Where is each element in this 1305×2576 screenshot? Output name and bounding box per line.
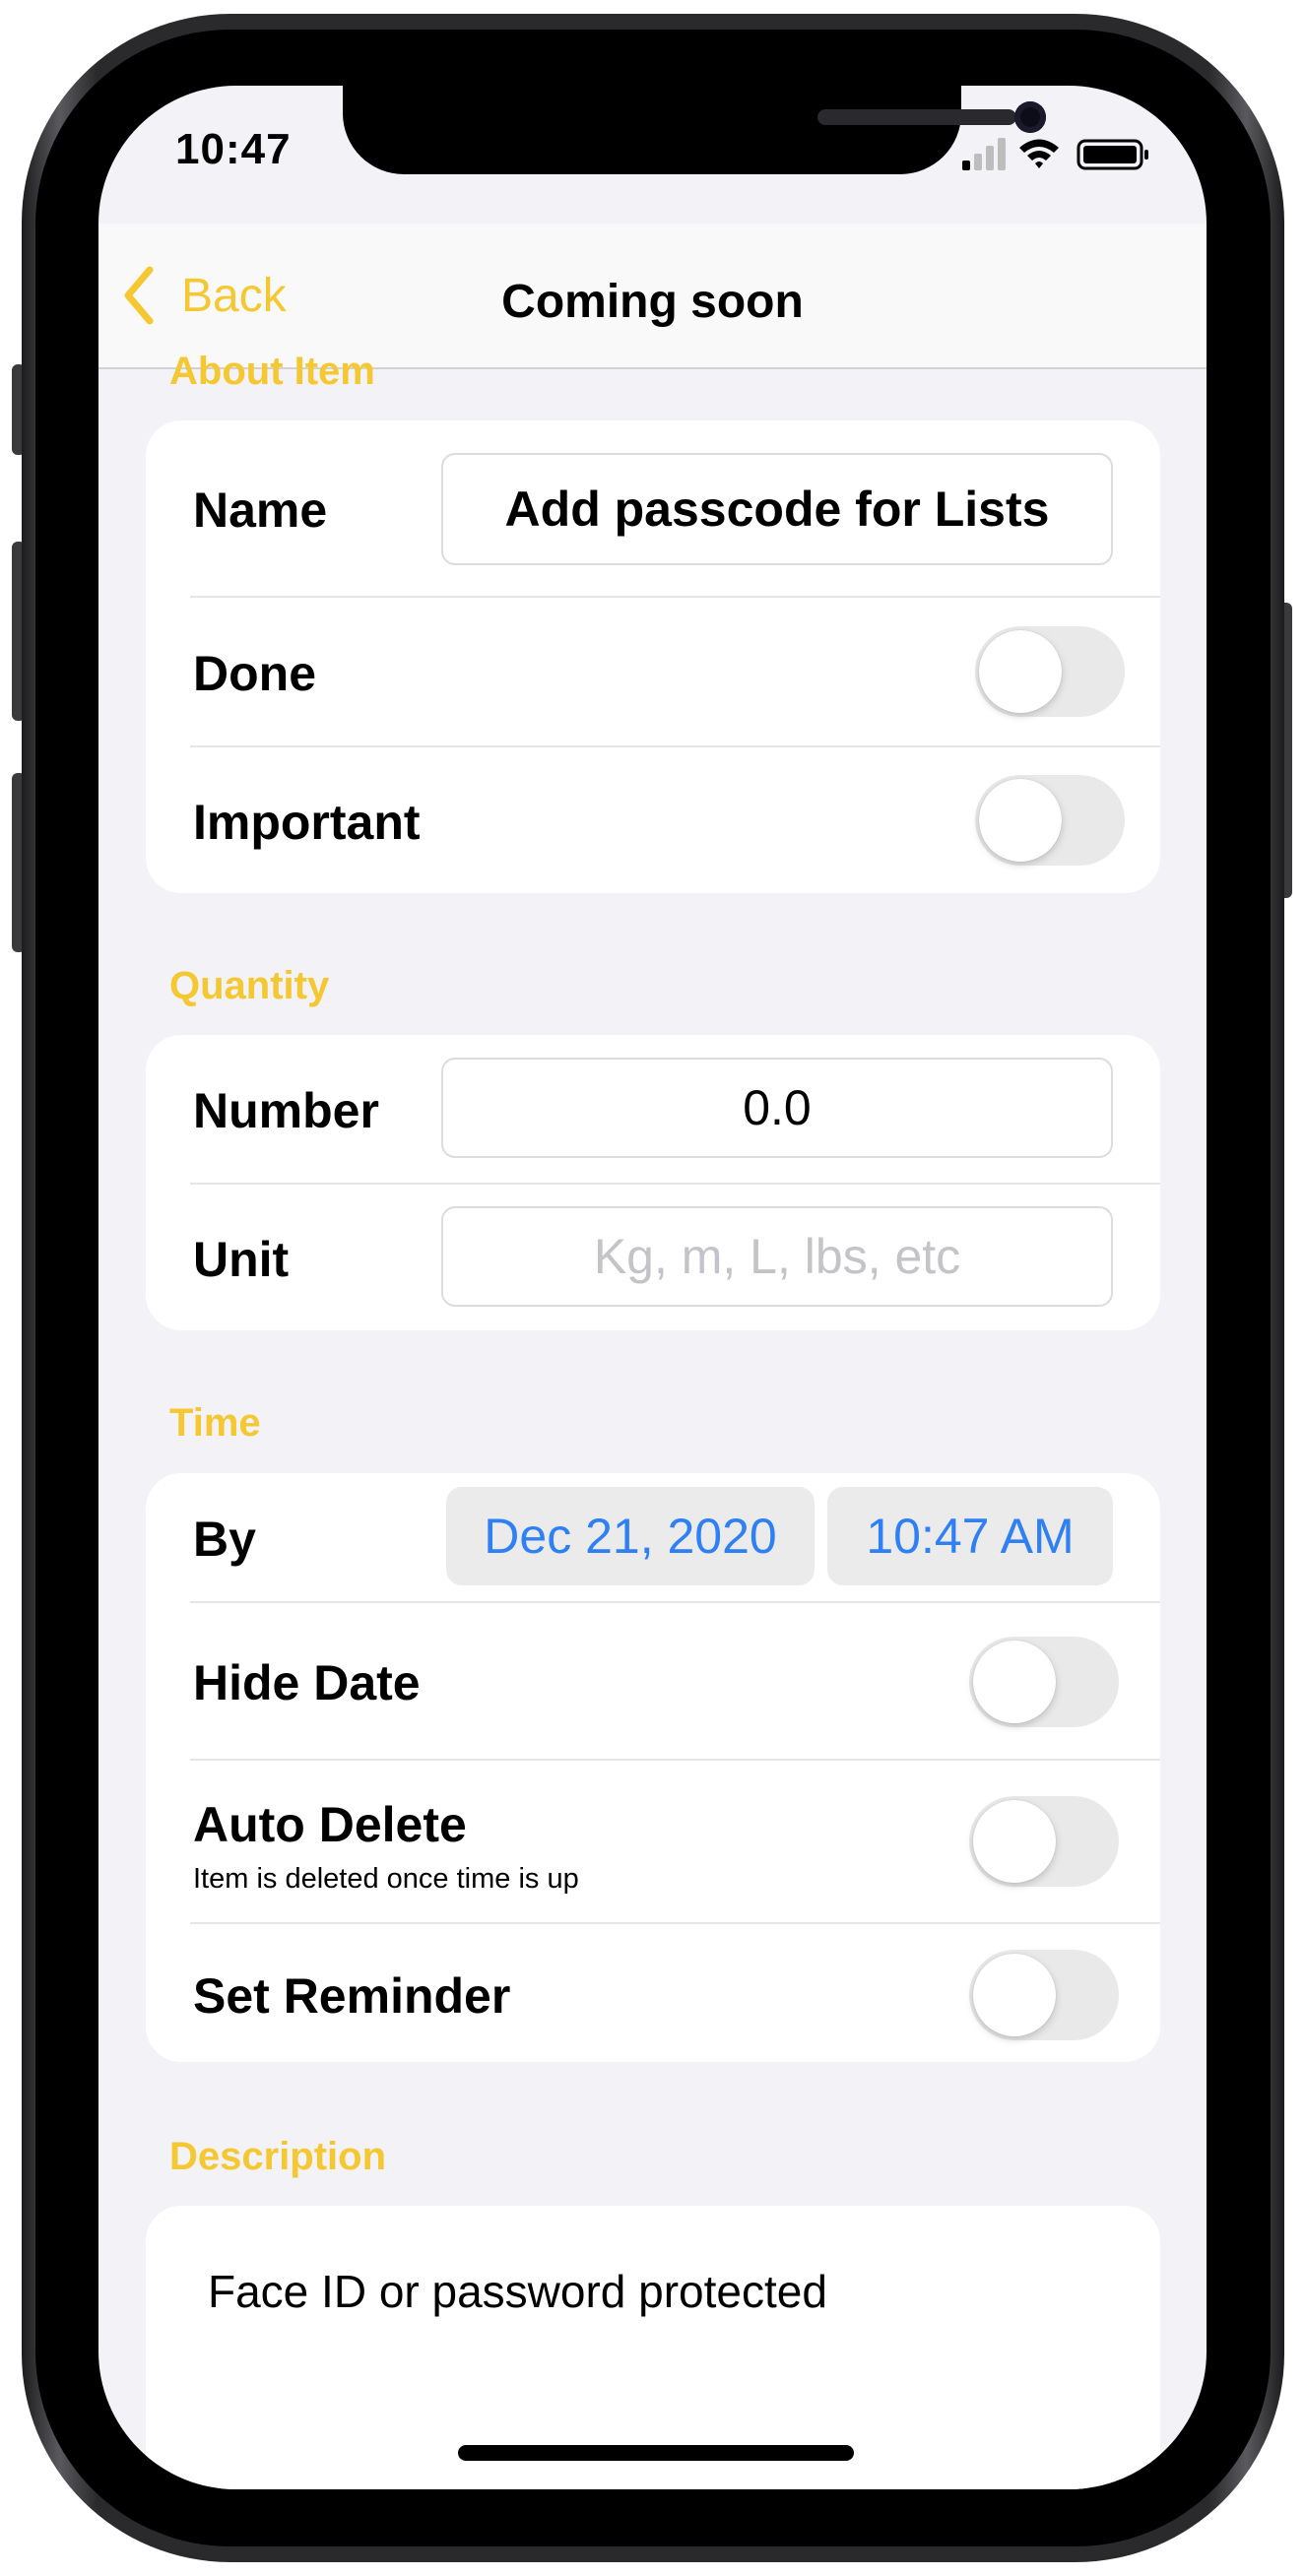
done-row: Done [146,598,1160,745]
name-label: Name [193,483,328,538]
unit-label: Unit [193,1232,290,1287]
hide-date-row: Hide Date [146,1603,1160,1759]
set-reminder-row: Set Reminder [146,1924,1160,2062]
toggle-knob [973,1641,1056,1723]
section-header-quantity: Quantity [169,964,330,1007]
quantity-card: Number 0.0 Unit Kg, m, L, lbs, etc [146,1035,1160,1330]
date-picker-button[interactable]: Dec 21, 2020 [446,1487,815,1585]
by-label: By [193,1512,256,1567]
home-indicator[interactable] [458,2445,854,2461]
important-toggle[interactable] [975,775,1125,866]
number-label: Number [193,1083,379,1138]
toggle-knob [979,630,1062,713]
toggle-knob [973,1954,1056,2036]
done-label: Done [193,646,316,701]
hide-date-toggle[interactable] [969,1637,1119,1727]
set-reminder-toggle[interactable] [969,1950,1119,2040]
set-reminder-label: Set Reminder [193,1968,511,2024]
time-card: By Dec 21, 2020 10:47 AM Hide Date Auto … [146,1473,1160,2062]
cellular-signal-icon [962,138,1006,170]
screen: 10:47 Back Coming soon About Item Name A… [98,86,1207,2489]
about-card: Name Add passcode for Lists Done Importa… [146,420,1160,893]
page-title: Coming soon [501,276,804,328]
number-row: Number 0.0 [146,1035,1160,1183]
by-row: By Dec 21, 2020 10:47 AM [146,1473,1160,1601]
done-toggle[interactable] [975,626,1125,717]
earpiece-speaker [817,109,1016,125]
auto-delete-label: Auto Delete [193,1797,467,1852]
hide-date-label: Hide Date [193,1655,421,1710]
number-field[interactable]: 0.0 [441,1058,1113,1158]
description-text[interactable]: Face ID or password protected [208,2265,827,2318]
auto-delete-subtitle: Item is deleted once time is up [193,1863,579,1895]
status-icons [962,137,1159,172]
toggle-knob [973,1800,1056,1883]
battery-icon [1077,139,1148,170]
notch [343,86,1046,174]
section-header-description: Description [169,2135,387,2178]
status-time: 10:47 [175,125,292,173]
unit-field[interactable]: Kg, m, L, lbs, etc [441,1206,1113,1307]
wifi-icon [1019,139,1059,168]
front-camera [1014,101,1046,133]
toggle-knob [979,779,1062,862]
navigation-bar: Back Coming soon [98,224,1207,369]
section-header-about: About Item [169,350,375,393]
important-label: Important [193,795,421,850]
important-row: Important [146,747,1160,893]
auto-delete-toggle[interactable] [969,1796,1119,1887]
time-picker-button[interactable]: 10:47 AM [827,1487,1113,1585]
name-field[interactable]: Add passcode for Lists [441,453,1113,565]
auto-delete-row: Auto Delete Item is deleted once time is… [146,1761,1160,1922]
section-header-time: Time [169,1401,261,1445]
unit-row: Unit Kg, m, L, lbs, etc [146,1185,1160,1330]
name-row: Name Add passcode for Lists [146,420,1160,596]
